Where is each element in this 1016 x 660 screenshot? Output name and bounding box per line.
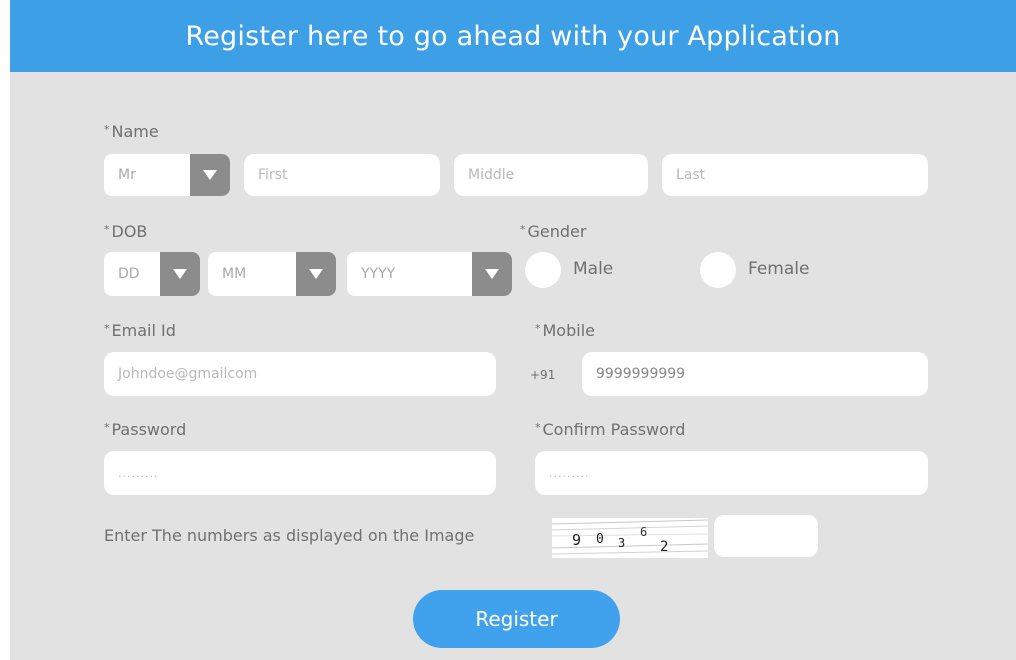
email-input[interactable]: Johndoe@gmailcom [104,352,496,396]
first-name-input[interactable]: First [244,154,440,196]
register-button[interactable]: Register [413,590,620,648]
caret-down-icon [160,252,200,296]
required-mark: * [104,421,110,434]
caret-down-icon [190,154,230,196]
gender-male-radio[interactable] [525,252,561,288]
title-select-value: Mr [118,167,136,183]
dob-year-select[interactable]: YYYY [347,252,512,296]
middle-name-input[interactable]: Middle [454,154,648,196]
captcha-image: 9 0 3 6 2 [552,518,708,558]
caret-down-icon [472,252,512,296]
register-button-label: Register [475,607,558,631]
captcha-prompt: Enter The numbers as displayed on the Im… [104,526,475,545]
name-label: * Name [104,122,159,141]
mobile-label: * Mobile [535,321,595,340]
dob-day-value: DD [118,266,140,282]
captcha-digit: 3 [618,536,625,550]
captcha-digit: 0 [596,532,604,547]
required-mark: * [535,421,541,434]
dob-day-select[interactable]: DD [104,252,200,296]
mobile-country-code: +91 [530,368,556,382]
required-mark: * [535,322,541,335]
title-select[interactable]: Mr [104,154,230,196]
captcha-digit: 6 [640,525,647,539]
captcha-digit: 2 [660,539,668,555]
gender-female-label: Female [748,259,810,279]
confirm-password-label: * Confirm Password [535,420,686,439]
gender-female-radio[interactable] [700,252,736,288]
required-mark: * [104,322,110,335]
captcha-input[interactable] [714,515,818,557]
dob-month-select[interactable]: MM [208,252,336,296]
password-input[interactable]: ......... [104,451,496,495]
gender-male-label: Male [573,259,614,279]
dob-year-value: YYYY [361,266,396,282]
captcha-svg: 9 0 3 6 2 [552,518,708,558]
password-label: * Password [104,420,187,439]
dob-month-value: MM [222,266,247,282]
dob-label: * DOB [104,222,148,241]
captcha-digit: 9 [572,531,581,549]
required-mark: * [104,223,110,236]
required-mark: * [520,223,526,236]
confirm-password-input[interactable]: ......... [535,451,928,495]
gender-label: * Gender [520,222,587,241]
email-label: * Email Id [104,321,176,340]
last-name-input[interactable]: Last [662,154,928,196]
page-title: Register here to go ahead with your Appl… [185,20,841,52]
caret-down-icon [296,252,336,296]
mobile-input[interactable]: 9999999999 [582,352,928,396]
page-header: Register here to go ahead with your Appl… [10,0,1016,72]
required-mark: * [104,123,110,136]
